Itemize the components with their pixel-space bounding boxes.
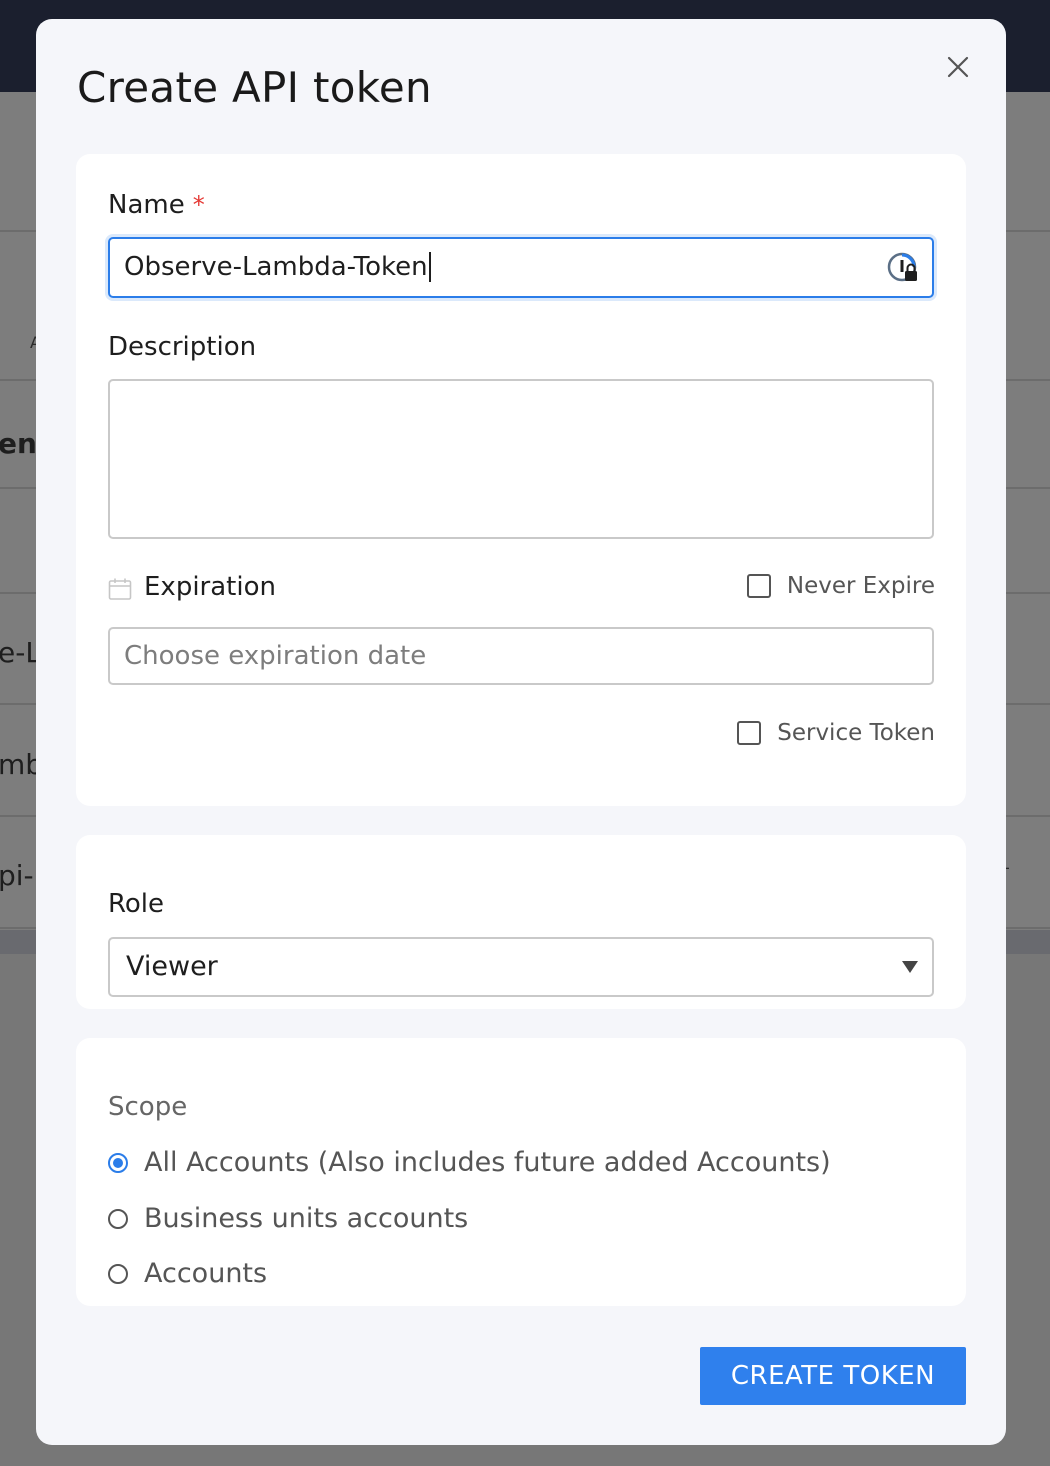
scope-option-label: Business units accounts — [144, 1203, 469, 1234]
scope-option-business-units[interactable]: Business units accounts — [108, 1203, 468, 1234]
scope-option-accounts[interactable]: Accounts — [108, 1258, 267, 1289]
expiration-date-input[interactable]: Choose expiration date — [108, 627, 934, 685]
create-token-button[interactable]: CREATE TOKEN — [700, 1347, 966, 1405]
scope-option-all-accounts[interactable]: All Accounts (Also includes future added… — [108, 1147, 831, 1178]
service-token-label: Service Token — [777, 720, 935, 746]
name-label-text: Name — [108, 190, 185, 220]
never-expire-label: Never Expire — [786, 573, 935, 599]
scope-option-label: Accounts — [144, 1258, 268, 1289]
required-marker: * — [192, 191, 205, 219]
name-input[interactable]: Observe-Lambda-Token — [108, 237, 934, 298]
password-manager-icon[interactable] — [886, 251, 920, 285]
service-token-checkbox[interactable]: Service Token — [737, 720, 935, 746]
name-label: Name * — [108, 190, 205, 220]
expiration-label: Expiration — [144, 572, 276, 602]
role-select[interactable]: Viewer — [108, 937, 934, 997]
radio-button-selected[interactable] — [108, 1152, 128, 1173]
role-card: Role Viewer — [76, 835, 966, 1009]
description-textarea[interactable] — [108, 379, 934, 539]
chevron-down-icon — [902, 961, 918, 973]
service-token-box[interactable] — [737, 721, 762, 745]
name-input-value: Observe-Lambda-Token — [124, 252, 431, 282]
scope-label: Scope — [108, 1092, 188, 1122]
close-icon — [947, 56, 969, 78]
description-label: Description — [108, 332, 257, 362]
never-expire-checkbox[interactable]: Never Expire — [746, 573, 935, 599]
create-token-dialog: Create API token Name * Observe-Lambda-To… — [36, 19, 1006, 1445]
calendar-icon — [108, 578, 132, 600]
radio-button[interactable] — [108, 1263, 128, 1284]
role-label: Role — [108, 889, 165, 919]
never-expire-box[interactable] — [746, 574, 771, 598]
token-details-card: Name * Observe-Lambda-Token Description E… — [76, 154, 966, 806]
close-button[interactable] — [942, 51, 974, 83]
dialog-title: Create API token — [77, 63, 432, 112]
scope-card: Scope All Accounts (Also includes future… — [76, 1038, 966, 1306]
role-selected-value: Viewer — [126, 951, 218, 982]
scope-option-label: All Accounts (Also includes future added… — [144, 1147, 831, 1178]
background-text: e-L — [0, 636, 41, 669]
background-text: pi- — [0, 859, 34, 892]
expiration-date-placeholder: Choose expiration date — [124, 641, 427, 671]
radio-button[interactable] — [108, 1208, 128, 1229]
